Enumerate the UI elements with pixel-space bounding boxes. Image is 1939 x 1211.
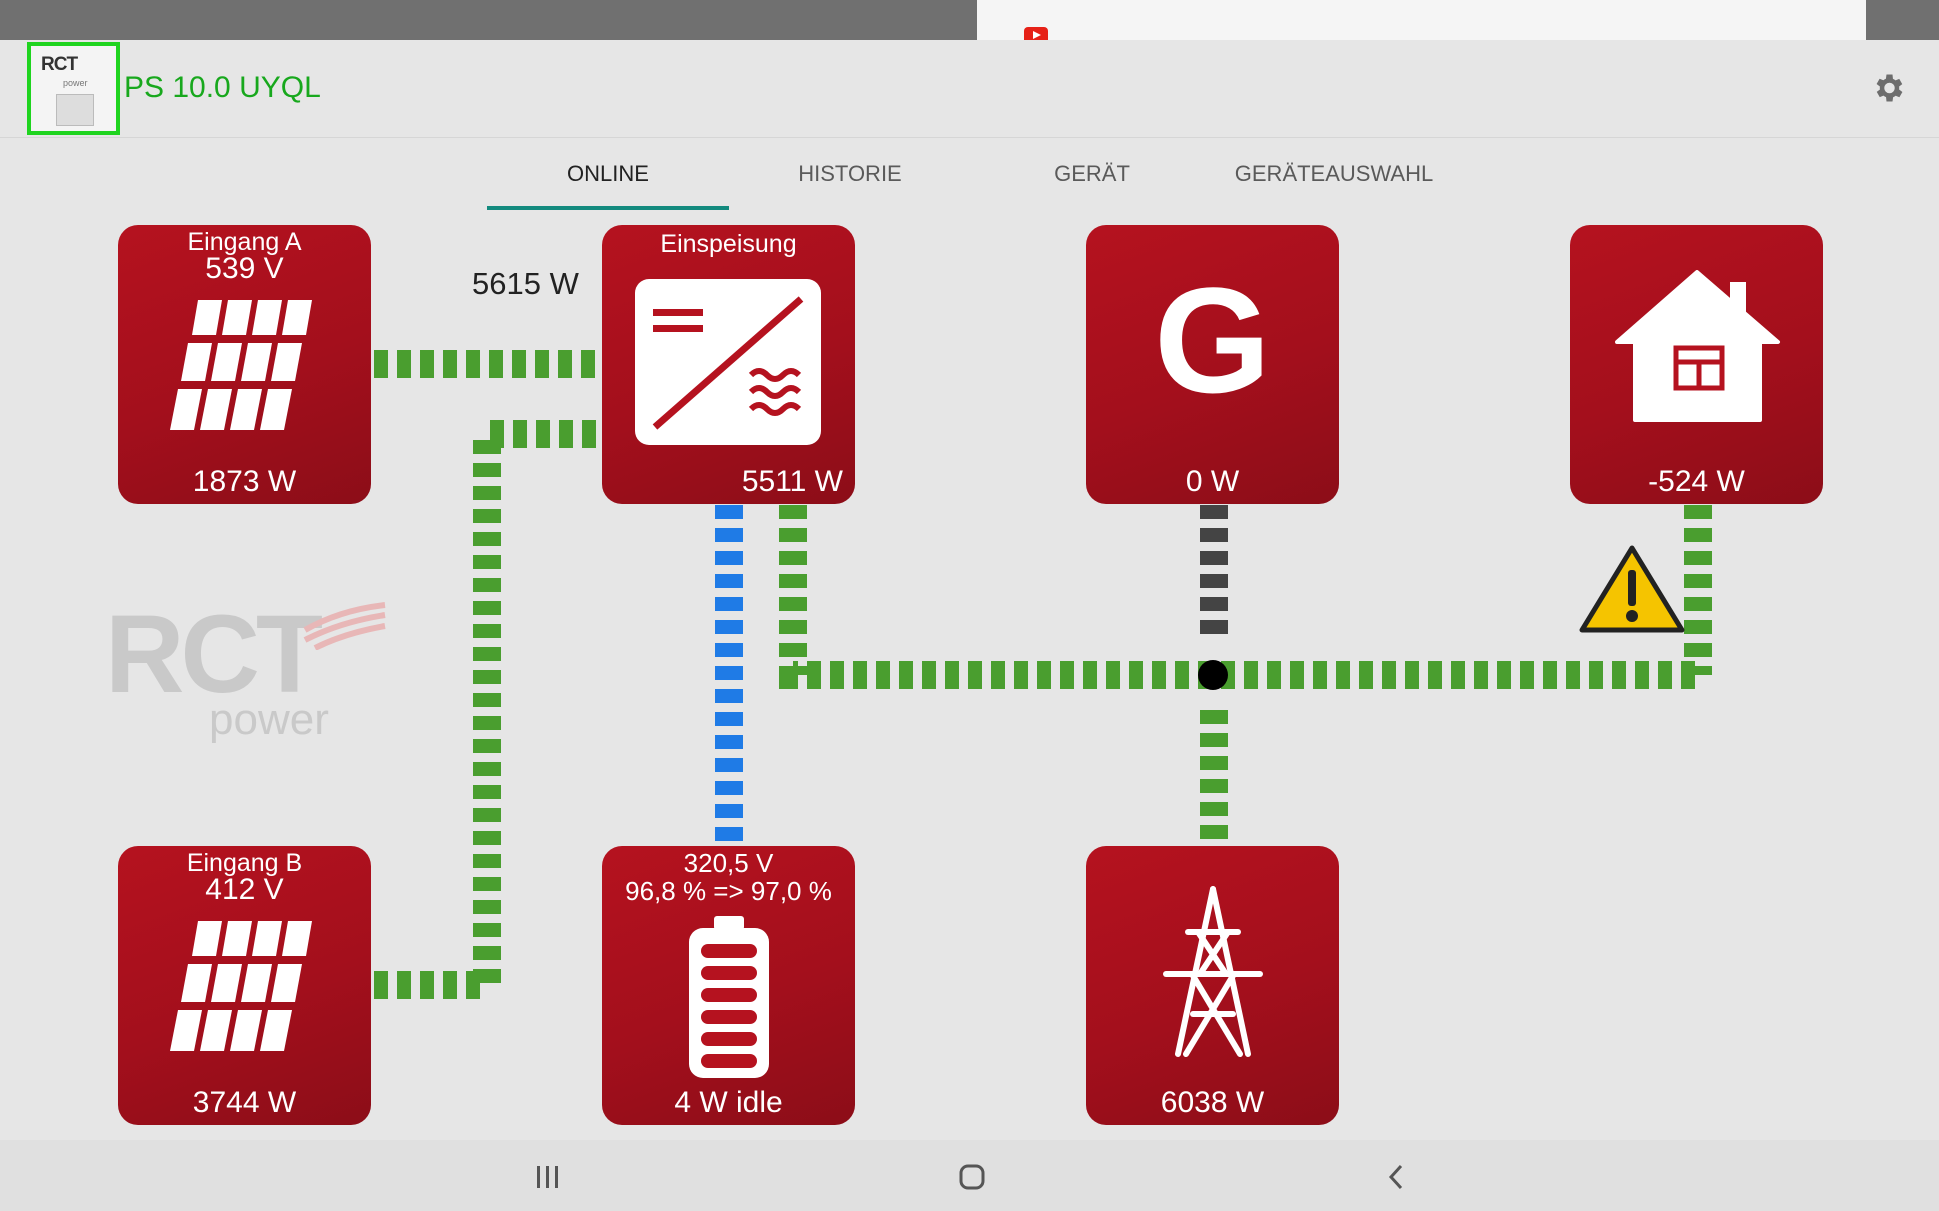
inverter-power: 5511 W bbox=[741, 465, 843, 498]
input-a-voltage: 539 V bbox=[205, 252, 284, 285]
tile-grid[interactable]: 6038 W bbox=[1086, 846, 1339, 1125]
tile-input-b[interactable]: Eingang B 412 V 3744 W bbox=[118, 846, 371, 1125]
battery-status: 4 W idle bbox=[674, 1086, 783, 1119]
flow-line-inverter-bus bbox=[779, 505, 1698, 689]
tile-input-a[interactable]: Eingang A 539 V 1873 W bbox=[118, 225, 371, 504]
solar-panel-icon bbox=[170, 300, 312, 430]
solar-panel-icon bbox=[170, 921, 312, 1051]
input-b-voltage: 412 V bbox=[205, 873, 284, 906]
generator-icon: G bbox=[1154, 256, 1271, 424]
tile-inverter[interactable]: Einspeisung 5511 W bbox=[602, 225, 855, 504]
home-icon[interactable] bbox=[955, 1160, 989, 1194]
tile-house[interactable]: -524 W bbox=[1570, 225, 1823, 504]
power-pylon-icon bbox=[1163, 886, 1263, 1057]
battery-voltage: 320,5 V bbox=[683, 848, 774, 878]
house-icon bbox=[1615, 270, 1780, 422]
inverter-title: Einspeisung bbox=[660, 230, 797, 258]
tile-battery[interactable]: 320,5 V 96,8 % => 97,0 % 4 W idle bbox=[602, 846, 855, 1125]
warning-icon bbox=[1579, 545, 1685, 633]
generator-power: 0 W bbox=[1185, 465, 1240, 498]
input-b-power: 3744 W bbox=[192, 1086, 297, 1119]
battery-icon bbox=[689, 916, 769, 1078]
input-a-power: 1873 W bbox=[192, 465, 297, 498]
battery-soc: 96,8 % => 97,0 % bbox=[625, 876, 832, 906]
grid-power: 6038 W bbox=[1160, 1086, 1265, 1119]
house-power: -524 W bbox=[1648, 465, 1745, 498]
bus-junction-node bbox=[1198, 660, 1228, 690]
flow-line-input-b bbox=[374, 420, 601, 999]
back-icon[interactable] bbox=[1380, 1160, 1414, 1194]
tile-generator[interactable]: G 0 W bbox=[1086, 225, 1339, 504]
pv-total-power: 5615 W bbox=[472, 266, 579, 301]
recent-apps-icon[interactable] bbox=[531, 1160, 565, 1194]
inverter-icon bbox=[635, 279, 821, 445]
